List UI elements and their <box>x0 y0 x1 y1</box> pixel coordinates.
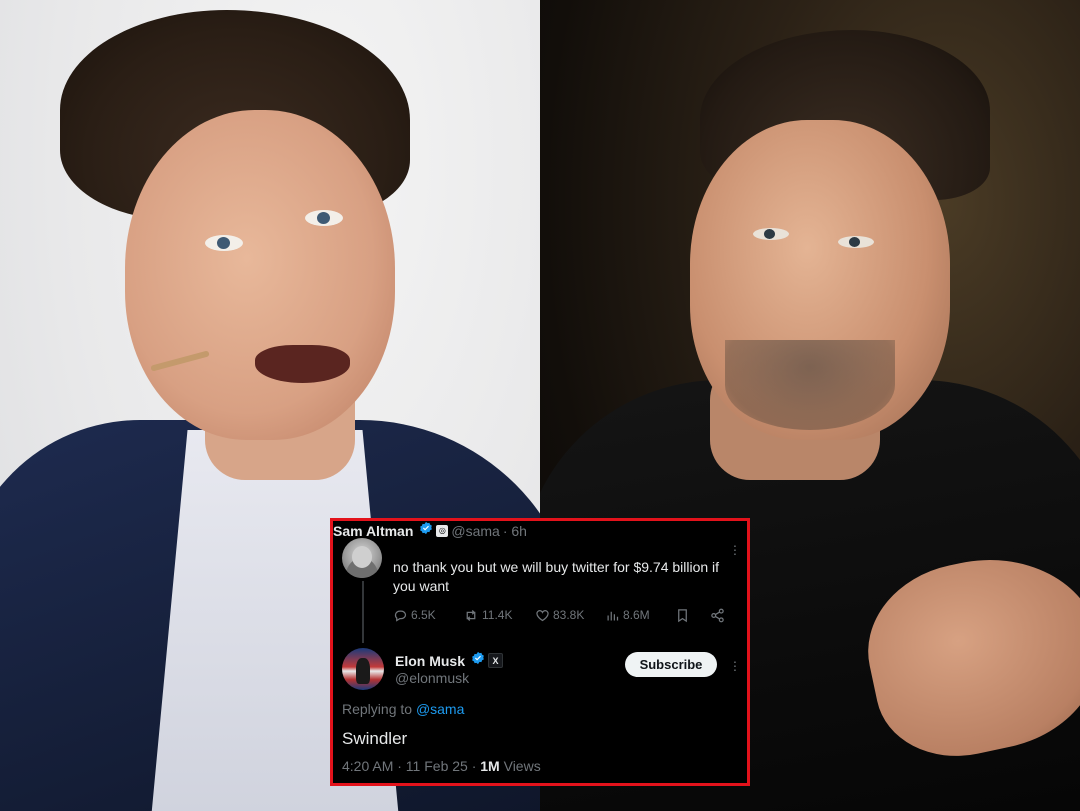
thread-connector-line <box>362 581 364 643</box>
replying-to-line: Replying to @sama <box>342 701 464 717</box>
reply-author-handle[interactable]: @elonmusk <box>395 670 469 686</box>
reply-time[interactable]: 4:20 AM · 11 Feb 25 · <box>342 758 480 774</box>
tweet-text: no thank you but we will buy twitter for… <box>393 559 720 594</box>
more-icon[interactable]: · · · <box>728 654 742 676</box>
org-badge-icon: ◎ <box>436 524 449 537</box>
subscribe-button[interactable]: Subscribe <box>625 652 717 677</box>
verified-badge-icon <box>471 651 485 670</box>
repost-icon <box>463 608 479 623</box>
more-icon[interactable]: · · · <box>728 538 742 560</box>
bookmark-button[interactable] <box>675 608 710 623</box>
share-icon <box>710 608 725 623</box>
eye <box>305 210 343 226</box>
reply-timestamp: 4:20 AM · 11 Feb 25 · 1M Views <box>342 758 541 774</box>
repost-count: 11.4K <box>482 608 513 622</box>
sam-altman-avatar[interactable] <box>342 538 382 578</box>
share-button[interactable] <box>710 608 725 623</box>
verified-badge-icon <box>419 521 433 540</box>
tweet-screenshot-card: Sam Altman ◎ @sama · 6h · · · no thank you… <box>330 518 750 786</box>
views-icon <box>605 608 620 623</box>
views-button[interactable]: 8.6M <box>605 608 675 623</box>
reply-author-name[interactable]: Elon Musk <box>395 653 465 669</box>
reply-views-label: Views <box>499 758 541 774</box>
eye <box>205 235 243 251</box>
beard <box>725 340 895 430</box>
replying-mention-link[interactable]: @sama <box>416 701 464 717</box>
elon-musk-avatar[interactable] <box>342 648 384 690</box>
like-icon <box>535 608 550 623</box>
tweet-actions-bar: 6.5K 11.4K 83.8K 8.6M <box>393 605 738 625</box>
repost-button[interactable]: 11.4K <box>463 608 535 623</box>
bookmark-icon <box>675 608 690 623</box>
tweet-time[interactable]: · 6h <box>503 523 527 539</box>
like-count: 83.8K <box>553 608 585 622</box>
reply-button[interactable]: 6.5K <box>393 608 463 623</box>
eye <box>753 228 789 240</box>
eye <box>838 236 874 248</box>
face <box>125 110 395 440</box>
reply-header: Elon Musk X <box>395 651 504 670</box>
tweet-author-handle[interactable]: @sama <box>451 523 499 539</box>
views-count: 8.6M <box>623 608 650 622</box>
replying-prefix: Replying to <box>342 701 413 717</box>
tweet-header: Sam Altman ◎ @sama · 6h <box>333 521 747 540</box>
reply-views-count: 1M <box>480 758 500 774</box>
reply-icon <box>393 608 408 623</box>
reply-text: Swindler <box>342 729 408 748</box>
like-button[interactable]: 83.8K <box>535 608 605 623</box>
reply-count: 6.5K <box>411 608 436 622</box>
mouth <box>255 345 350 383</box>
tweet-author-name[interactable]: Sam Altman <box>333 523 413 539</box>
x-badge-icon: X <box>488 653 504 668</box>
